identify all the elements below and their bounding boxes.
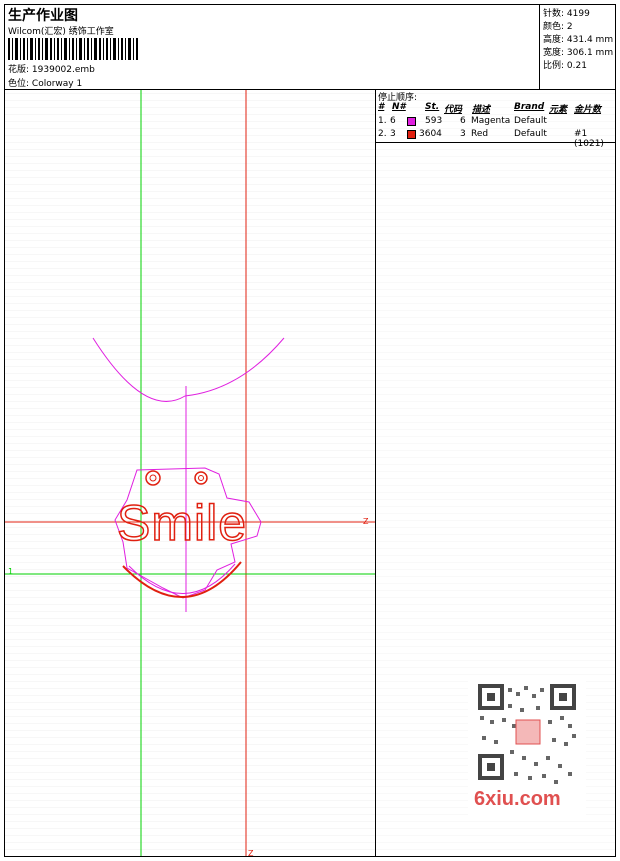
row-desc: Red bbox=[471, 129, 489, 139]
stat-scale: 比例: 0.21 bbox=[543, 61, 587, 71]
col-index: # bbox=[378, 102, 385, 112]
row-stitches: 593 bbox=[425, 116, 443, 126]
axis-label-z-bottom: Z bbox=[248, 849, 254, 856]
col-sequins: 金片数 bbox=[574, 105, 602, 115]
stop-row[interactable]: 1. 6 593 6 Magenta Default bbox=[376, 116, 615, 129]
axis-label-z-right: Z bbox=[363, 517, 369, 526]
stat-height: 高度: 431.4 mm bbox=[543, 35, 614, 45]
qr-code-icon bbox=[478, 684, 576, 784]
stat-width: 宽度: 306.1 mm bbox=[543, 48, 614, 58]
row-sequins: #1 (1021) bbox=[574, 129, 604, 149]
col-element: 元素 bbox=[549, 105, 568, 115]
color-swatch bbox=[407, 117, 416, 126]
stat-colors: 颜色: 2 bbox=[543, 22, 573, 32]
watermark-text: 6xiu.com bbox=[474, 788, 561, 810]
colorway-value: Colorway 1 bbox=[31, 79, 83, 89]
col-code: 代码 bbox=[444, 105, 463, 115]
col-brand: Brand bbox=[514, 102, 545, 112]
row-needle: 6 bbox=[390, 116, 396, 126]
stop-table-header: # N# St. 代码 描述 Brand 元素 金片数 bbox=[376, 102, 615, 115]
design-canvas[interactable]: Smile Z 1 Z bbox=[5, 90, 376, 856]
col-stitches: St. bbox=[425, 102, 440, 112]
row-desc: Magenta bbox=[471, 116, 511, 126]
studio-name: Wilcom(汇宏) 绣饰工作室 bbox=[8, 27, 114, 37]
row-index: 1. bbox=[378, 116, 387, 126]
design-label: 花版: bbox=[8, 65, 30, 75]
eye-left-inner bbox=[149, 474, 157, 482]
row-code: 6 bbox=[460, 116, 466, 126]
colorway-label: 色位: bbox=[8, 79, 30, 89]
row-brand: Default bbox=[514, 129, 547, 139]
worksheet-header: 生产作业图 Wilcom(汇宏) 绣饰工作室 花版: 1939002.emb 色… bbox=[5, 5, 615, 90]
design-file-row: 花版: 1939002.emb bbox=[8, 62, 95, 75]
eye-right-inner bbox=[198, 475, 204, 481]
row-stitches: 3604 bbox=[419, 129, 442, 139]
top-arc bbox=[92, 337, 285, 402]
row-needle: 3 bbox=[390, 129, 396, 139]
row-brand: Default bbox=[514, 116, 547, 126]
colorway-row: 色位: Colorway 1 bbox=[8, 76, 82, 89]
row-code: 3 bbox=[460, 129, 466, 139]
stat-stitches: 针数: 4199 bbox=[543, 9, 590, 19]
row-index: 2. bbox=[378, 129, 387, 139]
design-preview: Smile Z 1 Z bbox=[5, 90, 375, 856]
axis-label-one: 1 bbox=[8, 567, 13, 576]
col-desc: 描述 bbox=[472, 105, 491, 115]
design-file: 1939002.emb bbox=[31, 65, 95, 75]
smile-curve-inner bbox=[128, 563, 236, 594]
color-swatch bbox=[407, 130, 416, 139]
eye-right bbox=[194, 471, 208, 485]
eye-left bbox=[145, 470, 161, 486]
design-text: Smile bbox=[117, 495, 247, 551]
page-title: 生产作业图 bbox=[8, 8, 78, 24]
stats-panel: 针数: 4199 颜色: 2 高度: 431.4 mm 宽度: 306.1 mm… bbox=[539, 5, 616, 89]
col-needle: N# bbox=[392, 102, 406, 112]
barcode bbox=[8, 38, 138, 60]
stop-row[interactable]: 2. 3 3604 3 Red Default #1 (1021) bbox=[376, 129, 615, 149]
divider bbox=[376, 142, 615, 143]
